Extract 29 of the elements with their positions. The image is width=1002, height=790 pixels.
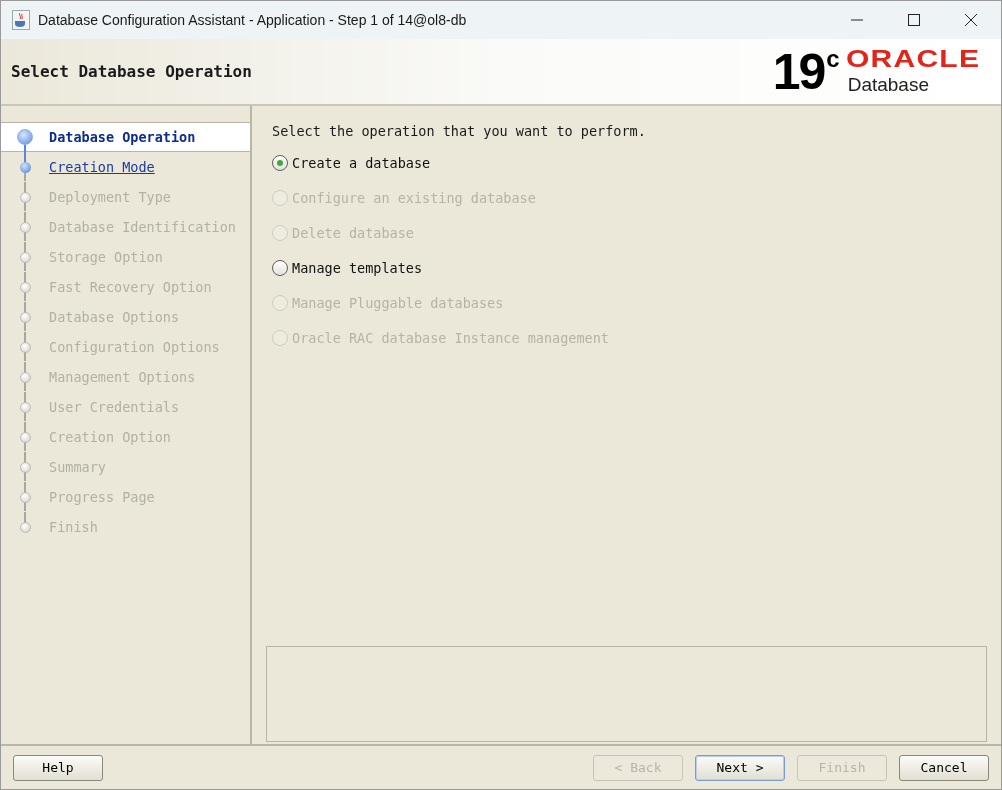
radio-option[interactable]: Manage templates <box>272 257 423 280</box>
close-icon[interactable] <box>965 14 977 26</box>
step-item[interactable]: Creation Option <box>1 422 250 452</box>
maximize-icon[interactable] <box>908 14 920 26</box>
product-label: Database <box>847 72 929 97</box>
step-item[interactable]: Deployment Type <box>1 182 250 212</box>
step-item[interactable]: Configuration Options <box>1 332 250 362</box>
dialog-button[interactable]: Help <box>13 754 103 781</box>
coffee-cup-icon <box>12 10 30 30</box>
step-item[interactable]: Database Operation <box>1 122 250 152</box>
current-step-icon <box>17 129 33 145</box>
page-heading: Select Database Operation <box>11 60 252 83</box>
step-item[interactable]: User Credentials <box>1 392 250 422</box>
step-item[interactable]: Creation Mode <box>1 152 250 182</box>
dialog-button[interactable]: Cancel <box>899 754 989 781</box>
step-item[interactable]: Management Options <box>1 362 250 392</box>
dialog-button[interactable]: Next > <box>695 754 785 781</box>
step-item[interactable]: Storage Option <box>1 242 250 272</box>
step-item[interactable]: Database Options <box>1 302 250 332</box>
step-item[interactable]: Database Identification <box>1 212 250 242</box>
instruction-text: Select the operation that you want to perform. <box>272 122 647 141</box>
step-item[interactable]: Progress Page <box>1 482 250 512</box>
version-label: 19$^{c}$ <box>772 46 838 97</box>
radio-option[interactable]: Create a database <box>272 152 431 175</box>
window-title: Database Configuration Assistant - Application - Step 1 of 14@ol8-db <box>38 10 467 30</box>
step-item[interactable]: Summary <box>1 452 250 482</box>
step-item[interactable]: Finish <box>1 512 250 542</box>
step-item[interactable]: Fast Recovery Option <box>1 272 250 302</box>
brand-logo: ORACLE <box>845 46 980 71</box>
